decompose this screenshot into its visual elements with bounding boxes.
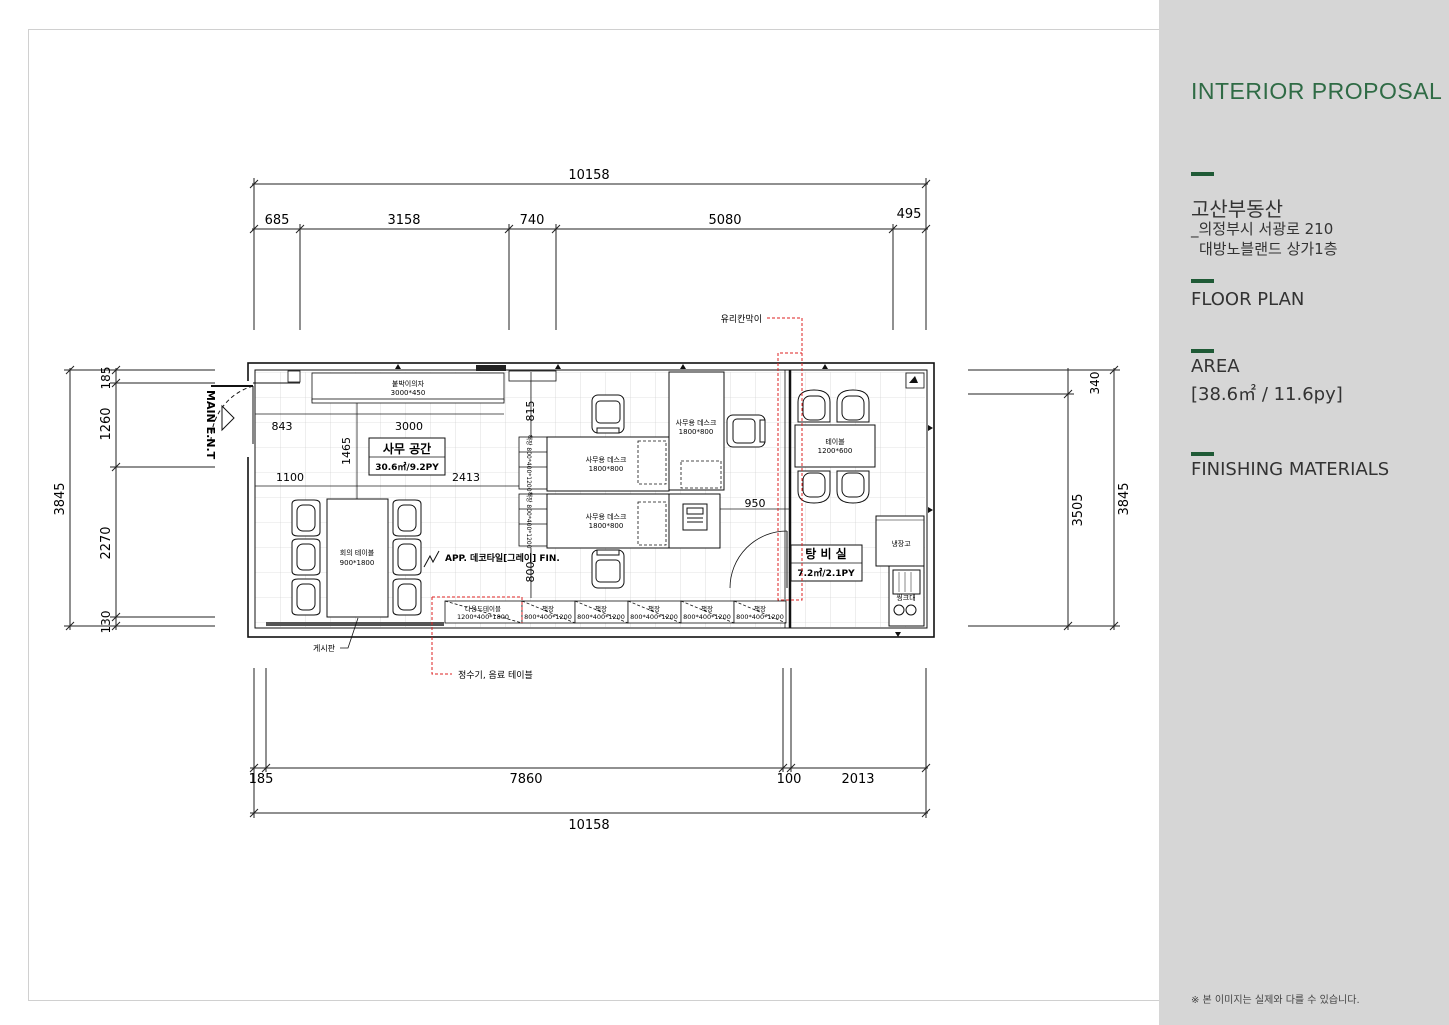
sidebar: INTERIOR PROPOSAL 고산부동산 _의정부시 서광로 210 대방…	[1159, 0, 1449, 1025]
sink-label: 씽크대	[896, 593, 915, 602]
disclaimer-note: ※ 본 이미지는 실제와 다를 수 있습니다.	[1191, 995, 1360, 1006]
column-block-left	[287, 370, 301, 383]
column-block	[508, 370, 557, 382]
cabinet-1-size: 800*400*1200	[524, 613, 572, 621]
dim-left-4: 130	[99, 611, 113, 634]
dim-left-1: 185	[99, 367, 113, 390]
dim-815: 815	[524, 401, 537, 422]
bulletin-board-label: 게시판	[313, 643, 336, 653]
entrance-gap	[241, 381, 253, 457]
tile-note: APP. 데코타일[그레이] FIN.	[445, 552, 560, 564]
dim-left-total: 3845	[53, 482, 68, 515]
meeting-table	[326, 498, 389, 618]
meeting-table-label: 회의 테이블	[340, 548, 375, 557]
dim-843: 843	[272, 420, 293, 433]
dim-2413: 2413	[452, 471, 480, 484]
glass-partition-label: 유리칸막이	[721, 314, 762, 325]
dim-bottom-4: 2013	[841, 772, 874, 787]
dim-3000: 3000	[395, 420, 423, 433]
cabinet-2-size: 800*400*1200	[577, 613, 625, 621]
right-dimensions	[968, 365, 1120, 631]
finishing-heading: FINISHING MATERIALS	[1191, 459, 1390, 480]
main-entrance-label: MAIN E.N.T	[204, 390, 217, 460]
cabinet-5-size: 800*400*1200	[736, 613, 784, 621]
cabinet-4-size: 800*400*1200	[683, 613, 731, 621]
bulletin-board	[266, 622, 444, 626]
dim-right-total: 3845	[1117, 482, 1132, 515]
dim-left-2: 1260	[99, 407, 114, 440]
bookshelf-v-2: 책장 800*400*1200	[525, 491, 533, 548]
built-in-chair	[311, 372, 505, 404]
desk-3-label: 사무용 데스크	[676, 418, 717, 427]
section-bar-company	[1191, 172, 1214, 176]
dim-1100: 1100	[276, 471, 304, 484]
fridge-label: 냉장고	[891, 539, 911, 548]
multi-table-size: 1200*400*1800	[457, 613, 509, 621]
meeting-table-size: 900*1800	[340, 559, 375, 567]
cabinet-1-label: 책장	[542, 604, 554, 613]
pantry-table-label: 테이블	[825, 437, 845, 446]
dim-top-2: 3158	[387, 213, 420, 228]
dim-bottom-2: 7860	[509, 772, 542, 787]
area-heading: AREA	[1191, 356, 1240, 377]
desk-3-size: 1800*800	[679, 428, 714, 436]
floor-plan-heading: FLOOR PLAN	[1191, 289, 1305, 310]
dim-top-total: 10158	[568, 168, 609, 183]
built-in-chair-label: 붙박이의자	[392, 379, 425, 388]
dim-top-4: 5080	[708, 213, 741, 228]
section-bar-finishing	[1191, 452, 1214, 456]
dim-bottom-total: 10158	[568, 818, 609, 833]
sidebar-title: INTERIOR PROPOSAL	[1191, 78, 1443, 104]
dim-top-1: 685	[265, 213, 290, 228]
section-bar-area	[1191, 349, 1214, 353]
multi-table-label: 다용도테이블	[465, 604, 501, 613]
desk-1-size: 1800*800	[589, 465, 624, 473]
pantry-table-size: 1200*600	[818, 447, 853, 455]
dim-1465: 1465	[340, 437, 353, 465]
desk-2-size: 1800*800	[589, 522, 624, 530]
pantry-area: 7.2㎡/2.1PY	[797, 567, 855, 579]
top-dimensions	[249, 178, 931, 330]
floor-plan-drawing: 10158 685 3158 740 5080 495 185 7860 100…	[53, 168, 1132, 833]
printer-icon	[682, 503, 708, 531]
built-in-chair-size: 3000*450	[391, 389, 426, 397]
dim-top-5: 495	[897, 207, 922, 222]
cabinet-3-size: 800*400*1200	[630, 613, 678, 621]
desk-1-label: 사무용 데스크	[586, 455, 627, 464]
left-dimensions	[64, 365, 215, 631]
dim-right-2: 3505	[1071, 493, 1086, 526]
address-line-1: _의정부시 서광로 210	[1191, 220, 1334, 238]
dim-left-3: 2270	[99, 526, 114, 559]
cabinet-5-label: 책장	[754, 604, 766, 613]
dim-right-1: 340	[1088, 372, 1102, 395]
area-value: [38.6㎡ / 11.6py]	[1191, 384, 1343, 405]
dim-top-3: 740	[520, 213, 545, 228]
section-bar-floor-plan	[1191, 279, 1214, 283]
dim-bottom-1: 185	[249, 772, 274, 787]
office-space-area: 30.6㎡/9.2PY	[375, 461, 439, 473]
bottom-dimensions	[249, 668, 931, 818]
cabinet-3-label: 책장	[648, 604, 660, 613]
cabinet-2-label: 책장	[595, 604, 607, 613]
dim-950: 950	[745, 497, 766, 510]
pantry-label: 탕 비 실	[805, 546, 846, 561]
water-dispenser-label: 정수기, 음료 테이블	[458, 670, 533, 681]
dim-bottom-3: 100	[777, 772, 802, 787]
office-space-label: 사무 공간	[383, 441, 431, 456]
dim-800: 800	[524, 562, 537, 583]
wall-column	[476, 365, 506, 371]
cabinet-4-label: 책장	[701, 604, 713, 613]
desk-2-label: 사무용 데스크	[586, 512, 627, 521]
bookshelf-v-1: 책장 800*400*1200	[525, 434, 533, 491]
pantry-table	[794, 424, 876, 468]
address-line-2: 대방노블랜드 상가1층	[1199, 240, 1338, 258]
